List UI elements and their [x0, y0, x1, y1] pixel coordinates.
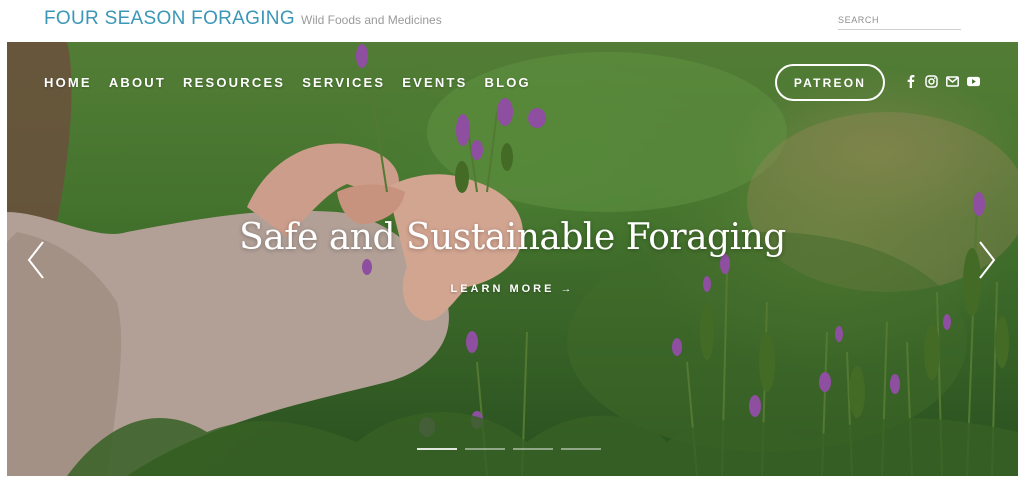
site-title[interactable]: FOUR SEASON FORAGING	[44, 8, 295, 30]
top-bar: FOUR SEASON FORAGING Wild Foods and Medi…	[0, 0, 1024, 42]
chevron-left-icon	[27, 241, 44, 279]
nav-item-events[interactable]: EVENTS	[402, 75, 467, 90]
slide-indicator[interactable]	[513, 448, 553, 450]
search-input[interactable]	[838, 11, 961, 30]
hero-title: Safe and Sustainable Foraging	[239, 217, 786, 258]
nav-item-blog[interactable]: BLOG	[485, 75, 531, 90]
patreon-button[interactable]: PATREON	[775, 64, 885, 101]
chevron-right-icon	[979, 241, 996, 279]
slide-indicator[interactable]	[417, 448, 457, 450]
email-icon[interactable]	[946, 75, 959, 88]
instagram-icon[interactable]	[925, 75, 938, 88]
hero-overlay	[7, 42, 1018, 476]
nav-item-home[interactable]: HOME	[44, 75, 92, 90]
learn-more-link[interactable]: LEARN MORE →	[7, 283, 1018, 295]
slide-indicator[interactable]	[561, 448, 601, 450]
slide-indicator[interactable]	[465, 448, 505, 450]
nav-item-resources[interactable]: RESOURCES	[183, 75, 285, 90]
hero-slideshow: HOME ABOUT RESOURCES SERVICES EVENTS BLO…	[7, 42, 1018, 476]
nav-item-services[interactable]: SERVICES	[302, 75, 385, 90]
nav-item-about[interactable]: ABOUT	[109, 75, 166, 90]
facebook-icon[interactable]	[904, 75, 917, 88]
social-links	[904, 75, 980, 88]
next-slide-button[interactable]	[974, 238, 998, 282]
main-nav: HOME ABOUT RESOURCES SERVICES EVENTS BLO…	[44, 75, 548, 90]
site-tagline: Wild Foods and Medicines	[301, 13, 442, 27]
youtube-icon[interactable]	[967, 75, 980, 88]
slide-indicators	[417, 448, 601, 450]
previous-slide-button[interactable]	[25, 238, 49, 282]
